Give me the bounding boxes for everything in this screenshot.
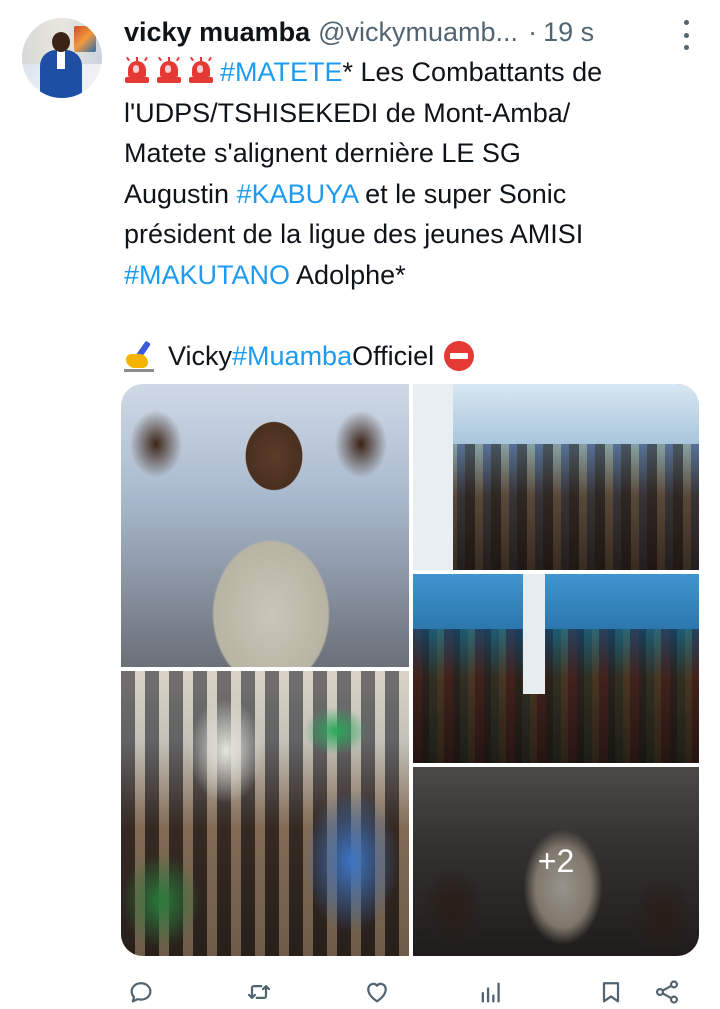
tweet-text-segment: Matete s'alignent dernière LE SG (124, 138, 521, 168)
tweet-text: #MATETE* Les Combattants de l'UDPS/TSHISE… (124, 52, 694, 295)
tweet-text-segment: l'UDPS/TSHISEKEDI de Mont-Amba/ (124, 97, 571, 128)
photo-man-portrait[interactable] (121, 384, 409, 667)
heart-icon (367, 982, 387, 1003)
photo-crowd-greeting[interactable] (121, 671, 409, 956)
author-name[interactable]: vicky muamba (124, 17, 310, 48)
like-button[interactable] (360, 975, 394, 1009)
tweet-timestamp[interactable]: 19 s (543, 17, 594, 48)
photo-seated-audience[interactable] (413, 574, 699, 763)
more-options-icon[interactable] (682, 20, 690, 50)
extra-photo-count[interactable]: +2 (413, 767, 699, 956)
siren-icon (156, 56, 182, 84)
tweet-text-line: Augustin #KABUYA et le super Sonic (124, 174, 694, 215)
photo-crowd-hall[interactable] (413, 384, 699, 570)
tweet-signature: Vicky #Muamba Officiel (124, 336, 475, 376)
tweet-text-line: #MATETE* Les Combattants de (124, 52, 694, 93)
siren-icon (124, 56, 150, 84)
separator-dot: · (528, 16, 538, 47)
tweet-text-segment: Augustin (124, 178, 237, 209)
reply-button[interactable] (124, 975, 158, 1009)
tweet-text-segment: * Les Combattants de (342, 57, 603, 87)
tweet-text-line: l'UDPS/TSHISEKEDI de Mont-Amba/ (124, 93, 694, 134)
tweet-text-segment: président de la ligue des jeunes AMISI (124, 219, 584, 249)
writing-hand-icon (124, 340, 158, 372)
author-handle[interactable]: @vickymuamb... (318, 17, 518, 48)
bookmark-icon (602, 982, 620, 1003)
hashtag-muamba[interactable]: #Muamba (232, 336, 352, 376)
tweet-header: vicky muamba @vickymuamb... · 19 s (124, 14, 694, 50)
share-button[interactable] (650, 975, 684, 1009)
analytics-icon (481, 982, 500, 1003)
reply-icon (130, 982, 152, 1003)
views-button[interactable] (474, 975, 508, 1009)
tweet-text-line: président de la ligue des jeunes AMISI (124, 214, 694, 255)
bookmark-button[interactable] (594, 975, 628, 1009)
avatar-painting (74, 26, 96, 52)
tweet-text-segment: Adolphe* (290, 259, 406, 290)
no-entry-icon (444, 341, 475, 371)
author-avatar[interactable] (22, 18, 102, 98)
avatar-shirt (57, 51, 65, 69)
tweet-text-line: #MAKUTANO Adolphe* (124, 255, 694, 296)
hashtag-link[interactable]: #KABUYA (237, 179, 358, 209)
retweet-button[interactable] (242, 975, 276, 1009)
siren-icon (188, 56, 214, 84)
avatar-head (52, 32, 70, 52)
tweet-actions (120, 975, 692, 1009)
signature-suffix: Officiel (352, 341, 435, 371)
tweet-text-segment: et le super Sonic (357, 178, 567, 209)
retweet-icon (247, 985, 271, 999)
tweet-text-line: Matete s'alignent dernière LE SG (124, 133, 694, 174)
hashtag-link[interactable]: #MATETE (220, 57, 343, 87)
media-grid: +2 (121, 384, 699, 956)
signature-name: Vicky (168, 341, 233, 371)
hashtag-link[interactable]: #MAKUTANO (124, 260, 290, 290)
share-icon (655, 980, 679, 1004)
